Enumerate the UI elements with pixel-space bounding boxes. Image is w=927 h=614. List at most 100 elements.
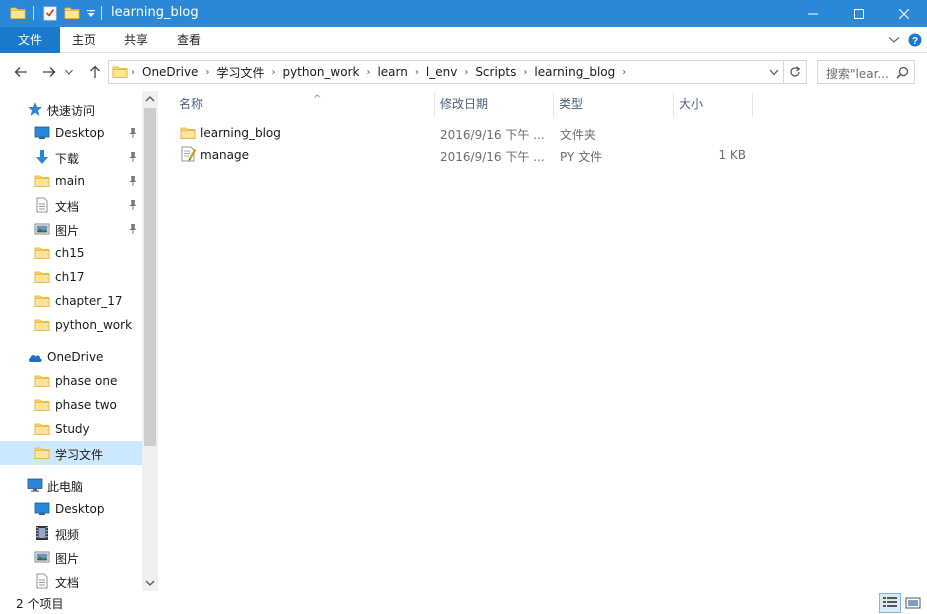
file-name: manage	[200, 148, 250, 162]
expand-ribbon-icon[interactable]	[888, 36, 900, 44]
scrollbar-thumb[interactable]	[144, 108, 156, 446]
search-icon[interactable]	[896, 66, 909, 79]
folder-icon	[34, 445, 50, 461]
breadcrumb-item[interactable]: learning_blog	[527, 65, 622, 79]
nav-quick-access-label: 快速访问	[47, 104, 96, 118]
up-arrow-icon	[90, 65, 100, 78]
address-bar[interactable]: › OneDrive › 学习文件 › python_work › learn …	[108, 60, 784, 84]
svg-text:?: ?	[912, 36, 918, 47]
nav-item-label: ch15	[55, 246, 85, 260]
nav-item-pc-documents[interactable]: 文档	[0, 569, 142, 593]
nav-item-pc-desktop[interactable]: Desktop	[0, 497, 142, 521]
nav-item-label: Study	[55, 422, 90, 436]
large-icons-view-icon	[905, 597, 921, 609]
column-header-name[interactable]: 名称 ^	[173, 91, 435, 117]
nav-item-pc-videos[interactable]: 视频	[0, 521, 142, 545]
forward-button[interactable]	[39, 62, 59, 82]
title-bar: learning_blog	[0, 0, 927, 27]
document-icon	[34, 573, 50, 589]
nav-onedrive[interactable]: OneDrive	[0, 345, 142, 369]
tab-view[interactable]: 查看	[165, 27, 213, 53]
nav-item-label: 文档	[55, 200, 80, 214]
nav-item-pictures[interactable]: 图片	[0, 217, 142, 241]
status-bar: 2 个项目	[0, 591, 927, 614]
nav-item-ch17[interactable]: ch17	[0, 265, 142, 289]
nav-item-study-files[interactable]: 学习文件	[0, 441, 142, 465]
pin-icon	[127, 199, 139, 211]
breadcrumb-item[interactable]: python_work	[275, 65, 366, 79]
nav-item-python-work[interactable]: python_work	[0, 313, 142, 337]
computer-icon	[27, 477, 43, 493]
nav-item-phase-one[interactable]: phase one	[0, 369, 142, 393]
nav-item-documents[interactable]: 文档	[0, 193, 142, 217]
file-type: 文件夹	[560, 128, 597, 142]
nav-item-phase-two[interactable]: phase two	[0, 393, 142, 417]
column-header-size[interactable]: 大小	[673, 91, 753, 117]
search-box[interactable]: 搜索"lear...	[817, 60, 915, 84]
item-count: 2 个项目	[16, 597, 64, 611]
breadcrumb-item[interactable]: OneDrive	[135, 65, 205, 79]
folder-icon	[112, 64, 128, 80]
nav-item-label: 下载	[55, 152, 80, 166]
minimize-button[interactable]	[790, 0, 836, 27]
search-input[interactable]: 搜索"lear...	[826, 65, 889, 82]
back-arrow-icon	[14, 67, 27, 77]
close-button[interactable]	[881, 0, 927, 27]
nav-item-label: 学习文件	[55, 448, 104, 462]
refresh-button[interactable]	[783, 60, 807, 84]
help-icon[interactable]: ?	[908, 33, 922, 47]
tab-file[interactable]: 文件	[0, 27, 60, 53]
address-dropdown-icon[interactable]	[769, 69, 779, 76]
back-button[interactable]	[11, 62, 31, 82]
new-folder-icon[interactable]	[64, 5, 80, 21]
recent-locations-button[interactable]	[63, 62, 75, 82]
column-header-type[interactable]: 类型	[553, 91, 674, 117]
folder-icon	[34, 317, 50, 333]
chevron-right-icon[interactable]: ›	[622, 67, 626, 78]
maximize-button[interactable]	[836, 0, 882, 27]
toolbar-separator	[33, 6, 34, 20]
column-header-date[interactable]: 修改日期	[434, 91, 554, 117]
pin-icon	[127, 223, 139, 235]
nav-item-label: 图片	[55, 224, 80, 238]
details-view-button[interactable]	[879, 593, 901, 613]
nav-item-study[interactable]: Study	[0, 417, 142, 441]
breadcrumb-item[interactable]: 学习文件	[209, 64, 271, 81]
nav-item-label: phase one	[55, 374, 118, 388]
nav-item-pc-pictures[interactable]: 图片	[0, 545, 142, 569]
breadcrumb: › OneDrive › 学习文件 › python_work › learn …	[131, 61, 626, 83]
nav-item-desktop[interactable]: Desktop	[0, 121, 142, 145]
large-icons-view-button[interactable]	[902, 593, 924, 613]
nav-item-chapter-17[interactable]: chapter_17	[0, 289, 142, 313]
nav-quick-access[interactable]: 快速访问	[0, 97, 142, 121]
ribbon-tabs: 文件 主页 共享 查看 ?	[0, 27, 927, 53]
tab-share[interactable]: 共享	[112, 27, 160, 53]
column-divider[interactable]	[752, 93, 753, 117]
scroll-down-icon[interactable]	[145, 579, 155, 587]
nav-item-downloads[interactable]: 下载	[0, 145, 142, 169]
customize-toolbar-icon[interactable]	[86, 9, 96, 19]
video-icon	[34, 525, 50, 541]
folder-icon[interactable]	[10, 5, 26, 21]
column-header-label: 大小	[679, 97, 704, 111]
nav-this-pc[interactable]: 此电脑	[0, 473, 142, 497]
breadcrumb-item[interactable]: learn	[370, 65, 414, 79]
desktop-icon	[34, 125, 50, 141]
folder-icon	[34, 293, 50, 309]
properties-icon[interactable]	[42, 5, 58, 21]
file-row[interactable]: learning_blog 2016/9/16 下午 ... 文件夹	[178, 122, 752, 144]
tab-home[interactable]: 主页	[60, 27, 108, 53]
file-row[interactable]: manage 2016/9/16 下午 ... PY 文件 1 KB	[178, 144, 752, 166]
up-button[interactable]	[85, 62, 105, 82]
nav-item-ch15[interactable]: ch15	[0, 241, 142, 265]
nav-scrollbar[interactable]	[142, 91, 158, 591]
nav-item-main[interactable]: main	[0, 169, 142, 193]
breadcrumb-item[interactable]: l_env	[419, 65, 464, 79]
picture-icon	[34, 221, 50, 237]
close-icon	[899, 8, 909, 19]
nav-item-label: 文档	[55, 576, 80, 590]
scroll-up-icon[interactable]	[145, 95, 155, 103]
breadcrumb-item[interactable]: Scripts	[468, 65, 523, 79]
sort-ascending-icon: ^	[313, 94, 322, 105]
file-date: 2016/9/16 下午 ...	[440, 128, 545, 142]
